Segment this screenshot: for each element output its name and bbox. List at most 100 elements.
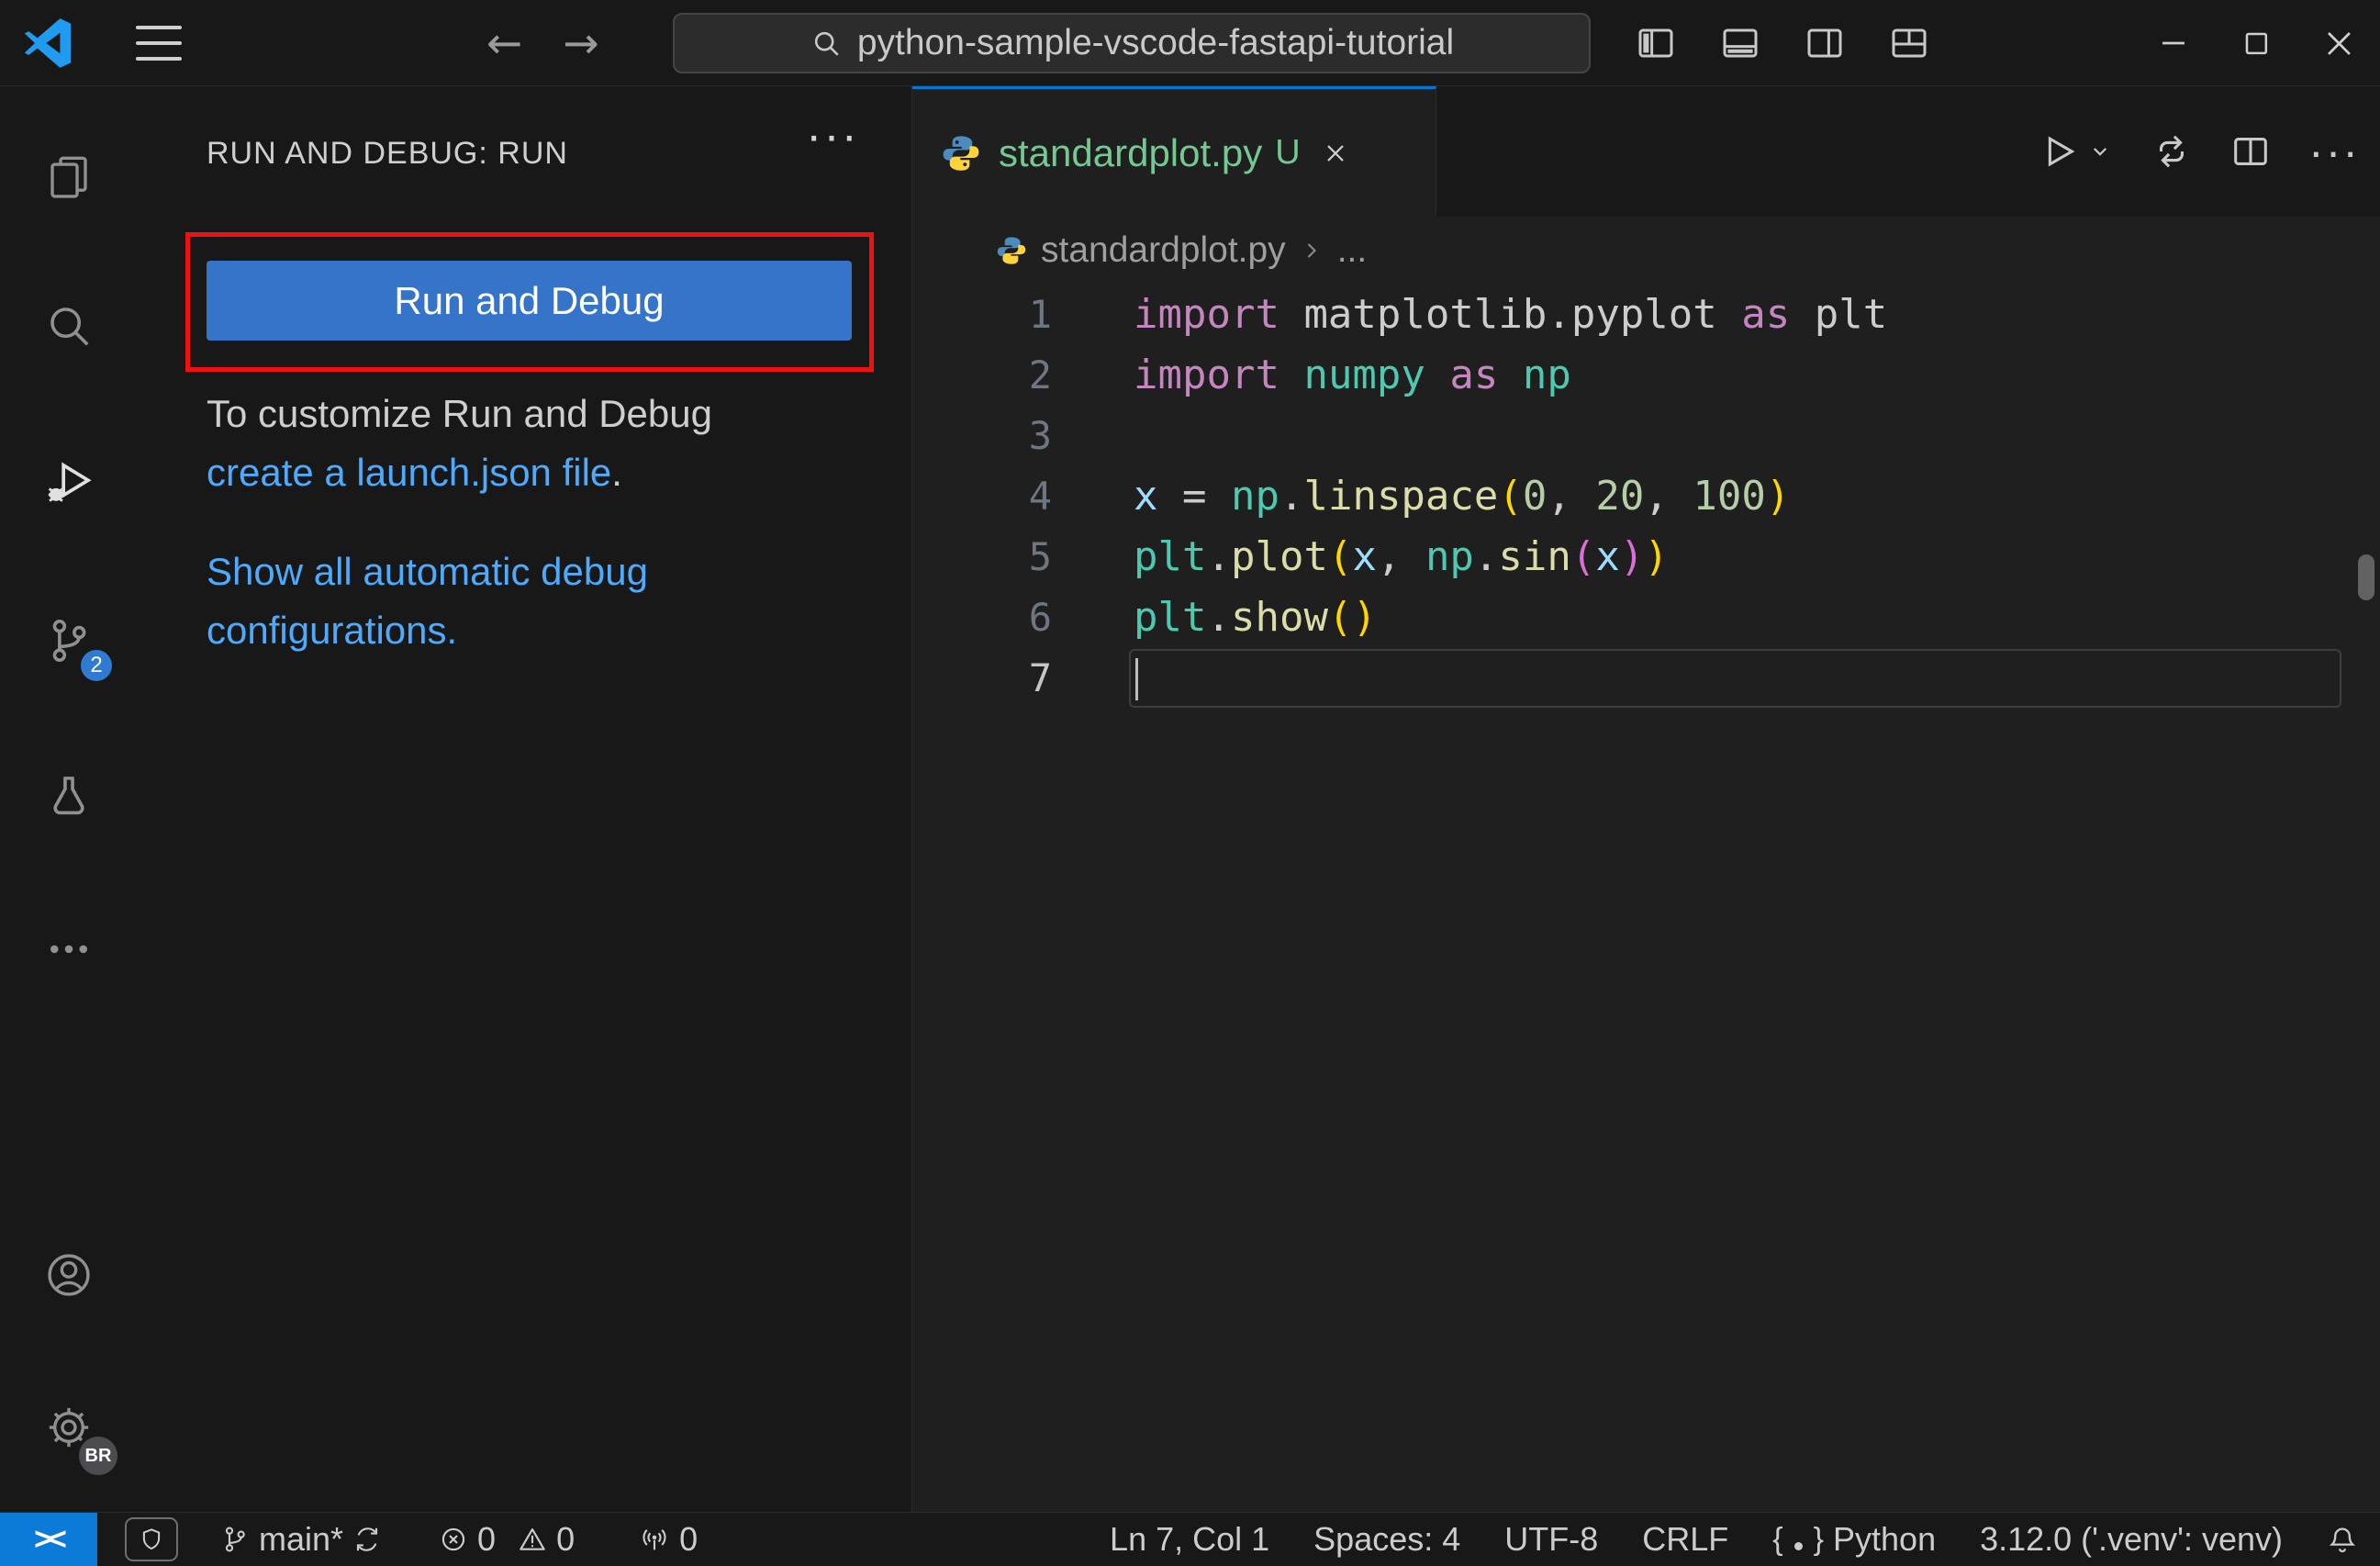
- toggle-secondary-sidebar-icon[interactable]: [1803, 21, 1847, 65]
- problems-item[interactable]: 0 0: [439, 1520, 575, 1559]
- line-number: 7: [1028, 655, 1052, 700]
- show-all-configs-link[interactable]: Show all automatic debug configurations.: [207, 550, 648, 652]
- chevron-right-icon: [1299, 238, 1324, 263]
- braces-icon-close: }: [1813, 1521, 1825, 1557]
- radio-tower-icon: [639, 1524, 670, 1555]
- history-navigation: ← →: [486, 0, 599, 86]
- view-more-actions-icon[interactable]: ···: [806, 112, 859, 160]
- tab-label: standardplot.py: [999, 130, 1263, 174]
- code-line-6[interactable]: 6 plt.show(): [912, 587, 2380, 648]
- editor-actions: ···: [2037, 86, 2360, 217]
- search-bar[interactable]: python-sample-vscode-fastapi-tutorial: [673, 13, 1591, 73]
- run-python-file-icon[interactable]: [2037, 130, 2079, 173]
- text-cursor: [1135, 658, 1138, 700]
- minimize-window-icon[interactable]: [2132, 0, 2215, 86]
- code-line-4[interactable]: 4 x = np.linspace(0, 20, 100): [912, 466, 2380, 527]
- customize-layout-icon[interactable]: [1887, 21, 1931, 65]
- activity-bar-more-icon[interactable]: [0, 898, 138, 1001]
- breadcrumb-file[interactable]: standardplot.py: [1041, 230, 1286, 271]
- breadcrumb: standardplot.py ...: [912, 217, 2380, 285]
- language-name: Python: [1833, 1520, 1937, 1558]
- accounts-icon[interactable]: [0, 1224, 138, 1326]
- toggle-primary-sidebar-icon[interactable]: [1634, 21, 1678, 65]
- code-line-2[interactable]: 2 import numpy as np: [912, 345, 2380, 406]
- profile-badge: BR: [75, 1433, 121, 1479]
- overview-ruler-marker: [2358, 554, 2374, 600]
- show-all-configs-text: Show all automatic debug configurations.: [207, 543, 776, 660]
- code-line-3[interactable]: 3: [912, 406, 2380, 466]
- code-text: import matplotlib.pyplot as plt: [1134, 291, 1888, 338]
- title-bar: ← → python-sample-vscode-fastapi-tutoria…: [0, 0, 2380, 86]
- code-text: plt.plot(x, np.sin(x)): [1134, 533, 1669, 580]
- customize-prefix: To customize Run and Debug: [207, 392, 712, 435]
- vscode-logo-icon: [22, 17, 73, 69]
- workspace-trust-shield-icon[interactable]: [125, 1517, 178, 1561]
- code-line-7[interactable]: 7: [912, 648, 2380, 709]
- forward-arrow-icon[interactable]: →: [563, 18, 598, 69]
- eol-indicator[interactable]: CRLF: [1620, 1513, 1750, 1566]
- sidebar-run-and-debug: RUN AND DEBUG: RUN ··· Run and Debug To …: [138, 86, 912, 1512]
- git-status-untracked: U: [1275, 133, 1301, 172]
- code-line-1[interactable]: 1 import matplotlib.pyplot as plt: [912, 285, 2380, 345]
- ports-item[interactable]: 0: [639, 1520, 698, 1559]
- search-text: python-sample-vscode-fastapi-tutorial: [856, 23, 1455, 62]
- layout-controls: [1634, 0, 1931, 86]
- git-branch-item[interactable]: main*: [220, 1520, 382, 1559]
- encoding-indicator[interactable]: UTF-8: [1482, 1513, 1620, 1566]
- back-arrow-icon[interactable]: ←: [486, 18, 522, 69]
- braces-icon: {: [1772, 1521, 1783, 1557]
- line-number: 4: [1028, 474, 1052, 519]
- language-mode-indicator[interactable]: {} Python: [1750, 1513, 1958, 1566]
- maximize-window-icon[interactable]: [2215, 0, 2297, 86]
- window-controls: [2132, 0, 2380, 86]
- sidebar-item-search[interactable]: [0, 274, 138, 377]
- warning-icon: [518, 1525, 547, 1554]
- sidebar-item-explorer[interactable]: [0, 126, 138, 229]
- create-launch-json-link[interactable]: create a launch.json file: [207, 451, 611, 494]
- sync-icon: [352, 1525, 382, 1554]
- open-changes-icon[interactable]: [2151, 130, 2193, 173]
- search-icon: [810, 27, 843, 60]
- python-file-icon: [995, 234, 1028, 267]
- sidebar-item-source-control[interactable]: 2: [0, 589, 138, 692]
- code-text: plt.show(): [1134, 594, 1377, 641]
- code-text: x = np.linspace(0, 20, 100): [1134, 473, 1791, 520]
- remote-indicator[interactable]: ><: [0, 1513, 97, 1566]
- status-bar: >< main* 0 0 0 Ln 7, Col 1 Spaces: 4 UTF…: [0, 1512, 2380, 1566]
- git-branch-icon: [220, 1525, 250, 1554]
- tab-standardplot[interactable]: standardplot.py U: [912, 86, 1436, 217]
- notifications-bell-icon[interactable]: [2305, 1513, 2380, 1566]
- activity-bar: 2 BR: [0, 86, 138, 1512]
- indentation-indicator[interactable]: Spaces: 4: [1291, 1513, 1482, 1566]
- line-number: 5: [1028, 534, 1052, 579]
- status-bar-right: Ln 7, Col 1 Spaces: 4 UTF-8 CRLF {} Pyth…: [1088, 1513, 2380, 1566]
- language-status-dot: [1793, 1541, 1803, 1550]
- code-editor[interactable]: 1 import matplotlib.pyplot as plt 2 import …: [912, 285, 2380, 709]
- breadcrumb-more[interactable]: ...: [1337, 230, 1368, 271]
- close-tab-icon[interactable]: [1321, 139, 1350, 168]
- sidebar-item-run-and-debug[interactable]: [0, 431, 138, 534]
- vscode-window: ← → python-sample-vscode-fastapi-tutoria…: [0, 0, 2380, 1566]
- python-interpreter-indicator[interactable]: 3.12.0 ('.venv': venv): [1958, 1513, 2305, 1566]
- run-dropdown-chevron-icon[interactable]: [2086, 138, 2114, 165]
- ports-count: 0: [679, 1520, 698, 1558]
- line-number: 3: [1028, 413, 1052, 458]
- error-count: 0: [477, 1520, 497, 1558]
- close-window-icon[interactable]: [2297, 0, 2380, 86]
- settings-gear-icon[interactable]: BR: [0, 1376, 138, 1479]
- line-number: 2: [1028, 352, 1052, 397]
- toggle-panel-icon[interactable]: [1718, 21, 1762, 65]
- code-text: import numpy as np: [1134, 352, 1571, 398]
- tab-bar: standardplot.py U ···: [912, 86, 2380, 217]
- menu-icon[interactable]: [136, 26, 182, 61]
- code-line-5[interactable]: 5 plt.plot(x, np.sin(x)): [912, 527, 2380, 587]
- editor-more-actions-icon[interactable]: ···: [2308, 129, 2360, 174]
- split-editor-icon[interactable]: [2229, 130, 2272, 173]
- line-col-indicator[interactable]: Ln 7, Col 1: [1088, 1513, 1291, 1566]
- current-line-highlight: [1129, 649, 2341, 708]
- sidebar-item-testing[interactable]: [0, 744, 138, 847]
- run-and-debug-button[interactable]: Run and Debug: [207, 261, 852, 341]
- line-number: 1: [1028, 292, 1052, 337]
- customize-suffix: .: [611, 451, 622, 494]
